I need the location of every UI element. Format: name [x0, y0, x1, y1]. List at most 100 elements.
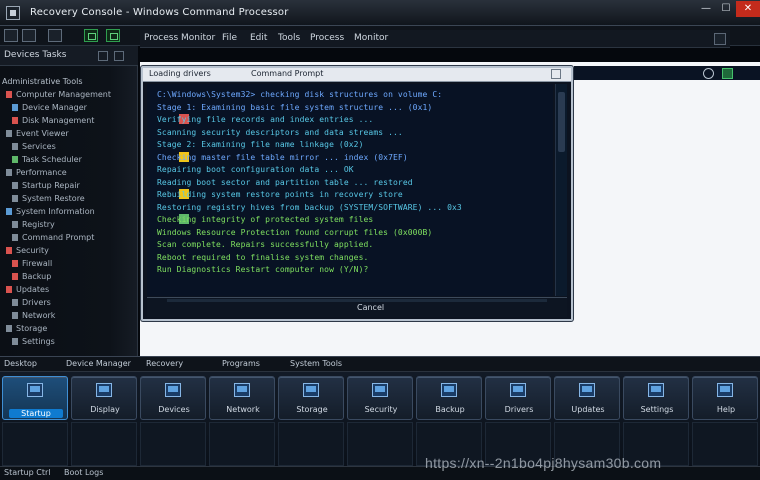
dialog-title-right: Command Prompt	[251, 69, 324, 78]
console-line: Windows Resource Protection found corrup…	[157, 227, 433, 237]
task-tile[interactable]: Display	[71, 376, 137, 420]
tree-item-label: Drivers	[22, 298, 51, 307]
tree-item-label: System Restore	[22, 194, 85, 203]
tree-item[interactable]: Drivers	[12, 298, 51, 310]
tree-item-label: Firewall	[22, 259, 53, 268]
tree-item-icon	[6, 91, 12, 98]
task-tile-label: Storage	[296, 405, 328, 414]
menu-item[interactable]: Edit	[250, 33, 267, 43]
tree-item[interactable]: System Information	[6, 207, 95, 219]
tree-item-label: Network	[22, 311, 56, 320]
refresh-icon[interactable]	[106, 29, 120, 42]
tree-item[interactable]: Settings	[12, 337, 55, 349]
task-tile[interactable]: Settings	[623, 376, 689, 420]
menu-item[interactable]: Process Monitor	[144, 33, 215, 43]
task-tab[interactable]: Recovery	[146, 359, 183, 368]
tree-item[interactable]: Backup	[12, 272, 51, 284]
task-tab[interactable]: System Tools	[290, 359, 342, 368]
console-line: Restoring registry hives from backup (SY…	[157, 202, 462, 212]
task-tile[interactable]: Updates	[554, 376, 620, 420]
dialog-close-icon[interactable]	[551, 69, 561, 79]
menu-item[interactable]: File	[222, 33, 237, 43]
console-line: Checking integrity of protected system f…	[157, 215, 374, 224]
tree-item[interactable]: Computer Management	[6, 90, 111, 102]
menu-item[interactable]: Monitor	[354, 33, 388, 43]
tree-item[interactable]: System Restore	[12, 194, 85, 206]
task-tile-icon	[27, 383, 43, 397]
task-tile[interactable]: Startup	[2, 376, 68, 420]
tree-item[interactable]: Updates	[6, 285, 49, 297]
console-line: Reboot required to finalise system chang…	[157, 252, 369, 262]
task-tile-icon	[372, 383, 388, 397]
menu-bar: Process Monitor File Edit Tools Process …	[140, 30, 730, 48]
up-icon[interactable]	[48, 29, 62, 42]
menu-item[interactable]: Tools	[278, 33, 300, 43]
left-panel-title: Devices Tasks	[4, 50, 67, 60]
menu-item[interactable]: Process	[310, 33, 344, 43]
tree-item-icon	[6, 169, 12, 176]
cancel-button[interactable]: Cancel	[357, 303, 384, 312]
task-tile-label: Backup	[435, 405, 465, 414]
status-left: Startup Ctrl	[4, 468, 51, 477]
tree-item[interactable]: Security	[6, 246, 49, 258]
tree-item-icon	[12, 221, 18, 228]
back-icon[interactable]	[4, 29, 18, 42]
task-tile-lower-panel	[347, 422, 413, 466]
task-tile-label: Network	[226, 405, 260, 414]
scrollbar-thumb[interactable]	[558, 92, 565, 152]
maximize-button[interactable]: ☐	[716, 1, 736, 17]
tree-item[interactable]: Event Viewer	[6, 129, 69, 141]
task-tile[interactable]: Devices	[140, 376, 206, 420]
task-tile-lower-panel	[692, 422, 758, 466]
tree-item[interactable]: Storage	[6, 324, 47, 336]
tree-item[interactable]: Services	[12, 142, 56, 154]
tree-item[interactable]: Firewall	[12, 259, 52, 271]
task-tile[interactable]: Security	[347, 376, 413, 420]
task-tile[interactable]: Storage	[278, 376, 344, 420]
tree-item-label: Command Prompt	[22, 233, 95, 242]
tree-item-label: Task Scheduler	[22, 155, 82, 164]
tree-item-icon	[6, 247, 12, 254]
close-button[interactable]: ✕	[736, 1, 760, 17]
dialog-title-bar: Loading drivers Command Prompt	[143, 68, 571, 82]
window-controls: — ☐ ✕	[696, 0, 760, 20]
tree-item-icon	[12, 182, 18, 189]
pin-icon[interactable]	[114, 51, 124, 61]
forward-icon[interactable]	[22, 29, 36, 42]
task-tab[interactable]: Desktop	[4, 359, 37, 368]
tree-item[interactable]: Task Scheduler	[12, 155, 82, 167]
console-line: Run Diagnostics Restart computer now (Y/…	[157, 265, 369, 274]
tree-item[interactable]: Command Prompt	[12, 233, 94, 245]
task-tab[interactable]: Device Manager	[66, 359, 131, 368]
tree-item-icon	[12, 312, 18, 319]
console-scrollbar[interactable]	[555, 84, 567, 296]
collapse-icon[interactable]	[98, 51, 108, 61]
task-tile-label: Security	[364, 405, 398, 414]
tree-item[interactable]: Startup Repair	[12, 181, 80, 193]
task-tile-lower-panel	[209, 422, 275, 466]
left-panel-header: Devices Tasks	[0, 46, 138, 66]
tree-item[interactable]: Performance	[6, 168, 67, 180]
panel-close-icon[interactable]	[714, 33, 726, 45]
task-tile-label: Settings	[640, 405, 674, 414]
task-tile-icon	[234, 383, 250, 397]
tree-item[interactable]: Disk Management	[12, 116, 94, 128]
tree-item[interactable]: Device Manager	[12, 103, 87, 115]
task-tile[interactable]: Help	[692, 376, 758, 420]
info-icon[interactable]	[703, 68, 714, 79]
task-tile[interactable]: Network	[209, 376, 275, 420]
dialog-footer: Cancel	[147, 297, 567, 317]
command-prompt-dialog: Loading drivers Command Prompt C:\Window…	[141, 66, 573, 321]
task-tile[interactable]: Drivers	[485, 376, 551, 420]
window-title: Recovery Console - Windows Command Proce…	[30, 7, 289, 18]
task-tile[interactable]: Backup	[416, 376, 482, 420]
tree-item[interactable]: Network	[12, 311, 55, 323]
console-output[interactable]: C:\Windows\System32> checking disk struc…	[147, 84, 553, 296]
tree-item-icon	[6, 208, 12, 215]
run-icon[interactable]	[84, 29, 98, 42]
task-tab[interactable]: Programs	[222, 359, 260, 368]
tree-item-label: Updates	[16, 285, 50, 294]
task-tile-lower-panel	[2, 422, 68, 466]
minimize-button[interactable]: —	[696, 1, 716, 17]
tree-item[interactable]: Registry	[12, 220, 55, 232]
